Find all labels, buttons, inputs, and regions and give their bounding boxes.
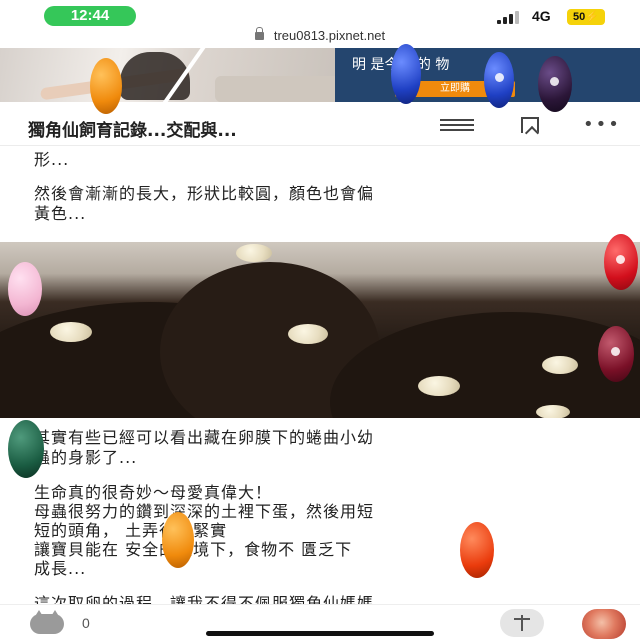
floating-ball: [391, 44, 421, 104]
bottom-bar: 0: [0, 604, 640, 640]
bookmark-icon[interactable]: [521, 117, 539, 133]
avatar[interactable]: [582, 609, 626, 639]
more-icon[interactable]: •••: [583, 114, 621, 135]
home-indicator: [206, 631, 434, 636]
article-paragraph: 其實有些已經可以看出藏在卵膜下的蜷曲小幼: [34, 428, 375, 447]
menu-icon[interactable]: [440, 119, 474, 131]
article-paragraph: 成長...: [34, 559, 87, 578]
signal-icon: [497, 10, 523, 24]
ad-photo: [0, 48, 340, 102]
battery-level: 50: [573, 11, 586, 23]
egg: [418, 376, 460, 396]
lock-icon: [254, 27, 264, 40]
floating-ball: [538, 56, 572, 112]
floating-ball: [598, 326, 634, 382]
article-paragraph: 母蟲很努力的鑽到深深的土裡下蛋，然後用短: [34, 502, 375, 521]
like-count: 0: [82, 615, 90, 631]
egg: [542, 356, 578, 374]
egg: [536, 405, 570, 418]
floating-ball: [90, 58, 122, 114]
url-bar[interactable]: treu0813.pixnet.net: [0, 27, 640, 48]
floating-ball: [604, 234, 638, 290]
article-title: 獨角仙飼育記錄...交配與...: [28, 121, 237, 141]
cat-icon[interactable]: [30, 610, 64, 634]
article-paragraph: 短的頭角， 土弄得很緊實: [34, 521, 228, 540]
floating-ball: [460, 522, 494, 578]
floating-ball: [484, 52, 514, 108]
share-icon[interactable]: [500, 609, 544, 637]
network-type: 4G: [532, 8, 551, 24]
article-paragraph: 生命真的很奇妙～母愛真偉大！: [34, 483, 273, 502]
status-time: 12:44: [44, 6, 136, 26]
egg: [236, 244, 272, 262]
article-paragraph: 形...: [34, 150, 70, 169]
article-paragraph: 蟲的身影了...: [34, 448, 138, 467]
beetle-eggs-photo: [0, 242, 640, 418]
battery-icon: 50⚡: [567, 9, 605, 25]
floating-ball: [8, 420, 44, 478]
floating-ball: [162, 512, 194, 568]
article-paragraph: 黃色...: [34, 204, 87, 223]
floating-ball: [8, 262, 42, 316]
url-text: treu0813.pixnet.net: [273, 28, 386, 43]
egg: [288, 324, 328, 344]
article-paragraph: 然後會漸漸的長大，形狀比較圓，顏色也會偏: [34, 184, 375, 203]
egg: [50, 322, 92, 342]
